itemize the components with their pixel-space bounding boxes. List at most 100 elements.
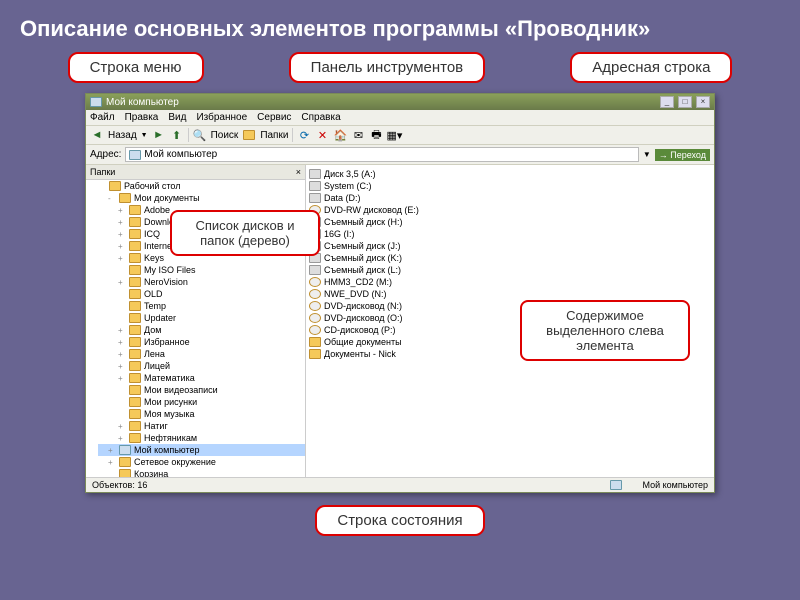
folder-icon <box>129 253 141 263</box>
folder-icon <box>119 469 131 477</box>
folder-icon <box>129 205 141 215</box>
menubar: Файл Правка Вид Избранное Сервис Справка <box>86 110 714 126</box>
folders-icon[interactable] <box>242 128 256 142</box>
menu-item[interactable]: Сервис <box>257 112 291 123</box>
folder-icon <box>119 445 131 455</box>
titlebar: Мой компьютер _ □ × <box>86 94 714 110</box>
tree-item[interactable]: +Лицей <box>98 360 305 372</box>
tree-item[interactable]: Моя музыка <box>98 408 305 420</box>
folder-icon <box>309 337 321 347</box>
folder-icon <box>119 457 131 467</box>
close-button[interactable]: × <box>696 96 710 108</box>
tree-item[interactable]: +Дом <box>98 324 305 336</box>
tree-item[interactable]: +NeroVision <box>98 276 305 288</box>
folder-icon <box>119 193 131 203</box>
content-item[interactable]: NWE_DVD (N:) <box>309 288 711 300</box>
content-item[interactable]: DVD-RW дисковод (E:) <box>309 204 711 216</box>
menu-item[interactable]: Файл <box>90 112 115 123</box>
stop-icon[interactable]: ✕ <box>315 128 329 142</box>
folder-icon <box>129 289 141 299</box>
content-item[interactable]: 16G (I:) <box>309 228 711 240</box>
up-icon[interactable]: ⬆ <box>170 128 184 142</box>
statusbar: Объектов: 16 Мой компьютер <box>86 477 714 492</box>
folder-icon <box>129 325 141 335</box>
cd-icon <box>309 277 321 287</box>
tree-item[interactable]: Рабочий стол <box>98 180 305 192</box>
window-title: Мой компьютер <box>106 97 179 108</box>
folder-icon <box>129 265 141 275</box>
label-status: Строка состояния <box>315 505 484 536</box>
menu-item[interactable]: Справка <box>301 112 340 123</box>
drive-icon <box>309 181 321 191</box>
tree-item[interactable]: Мои рисунки <box>98 396 305 408</box>
back-icon[interactable]: ◄ <box>90 128 104 142</box>
content-item[interactable]: Съемный диск (J:) <box>309 240 711 252</box>
tree-item[interactable]: My ISO Files <box>98 264 305 276</box>
mail-icon[interactable]: ✉ <box>351 128 365 142</box>
tree-item[interactable]: +Натиг <box>98 420 305 432</box>
sync-icon[interactable]: ⟳ <box>297 128 311 142</box>
status-objects: Объектов: 16 <box>92 480 147 490</box>
folder-icon <box>129 409 141 419</box>
content-item[interactable]: Диск 3,5 (A:) <box>309 168 711 180</box>
tree-item[interactable]: Updater <box>98 312 305 324</box>
forward-icon[interactable]: ► <box>152 128 166 142</box>
folder-icon <box>109 181 121 191</box>
search-label[interactable]: Поиск <box>211 130 239 141</box>
slide-title: Описание основных элементов программы «П… <box>0 0 800 52</box>
tree-item[interactable]: OLD <box>98 288 305 300</box>
tree-item[interactable]: +Лена <box>98 348 305 360</box>
go-button[interactable]: → Переход <box>655 149 710 161</box>
toolbar: ◄ Назад ▼ ► ⬆ 🔍 Поиск Папки ⟳ ✕ 🏠 ✉ 🖶 ▦▾ <box>86 126 714 145</box>
folder-icon <box>129 277 141 287</box>
computer-icon <box>610 480 622 490</box>
status-location: Мой компьютер <box>642 480 708 490</box>
views-icon[interactable]: ▦▾ <box>387 128 401 142</box>
address-label: Адрес: <box>90 149 121 160</box>
cd-icon <box>309 325 321 335</box>
minimize-button[interactable]: _ <box>660 96 674 108</box>
menu-item[interactable]: Избранное <box>196 112 247 123</box>
tree-item[interactable]: +Сетевое окружение <box>98 456 305 468</box>
content-item[interactable]: Съемный диск (K:) <box>309 252 711 264</box>
label-toolbar: Панель инструментов <box>289 52 485 83</box>
content-item[interactable]: Data (D:) <box>309 192 711 204</box>
drive-icon <box>309 169 321 179</box>
tree-header: Папки× <box>86 165 305 180</box>
content-item[interactable]: System (C:) <box>309 180 711 192</box>
explorer-window: Мой компьютер _ □ × Файл Правка Вид Избранн… <box>85 93 715 493</box>
tree-item[interactable]: -Мои документы <box>98 192 305 204</box>
tree-item[interactable]: +Мой компьютер <box>98 444 305 456</box>
cd-icon <box>309 289 321 299</box>
folder-icon <box>129 241 141 251</box>
computer-icon <box>90 97 102 107</box>
label-menu: Строка меню <box>68 52 204 83</box>
home-icon[interactable]: 🏠 <box>333 128 347 142</box>
tree-item[interactable]: Temp <box>98 300 305 312</box>
maximize-button[interactable]: □ <box>678 96 692 108</box>
drive-icon <box>309 265 321 275</box>
folders-label[interactable]: Папки <box>260 130 288 141</box>
folder-icon <box>129 217 141 227</box>
menu-item[interactable]: Вид <box>168 112 186 123</box>
tree-item[interactable]: +Математика <box>98 372 305 384</box>
folder-icon <box>129 313 141 323</box>
address-value: Мой компьютер <box>144 149 217 160</box>
folder-icon <box>129 349 141 359</box>
content-item[interactable]: Съемный диск (H:) <box>309 216 711 228</box>
tree-item[interactable]: Корзина <box>98 468 305 477</box>
tree-item[interactable]: Мои видеозаписи <box>98 384 305 396</box>
content-item[interactable]: HMM3_CD2 (M:) <box>309 276 711 288</box>
search-icon[interactable]: 🔍 <box>193 128 207 142</box>
menu-item[interactable]: Правка <box>125 112 159 123</box>
address-field[interactable]: Мой компьютер <box>125 147 638 162</box>
content-item[interactable]: Съемный диск (L:) <box>309 264 711 276</box>
back-label[interactable]: Назад <box>108 130 137 141</box>
address-bar: Адрес: Мой компьютер ▼ → Переход <box>86 145 714 165</box>
tree-item[interactable]: +Избранное <box>98 336 305 348</box>
print-icon[interactable]: 🖶 <box>369 128 383 142</box>
tree-item[interactable]: +Нефтяникам <box>98 432 305 444</box>
drive-icon <box>309 193 321 203</box>
close-tree-icon[interactable]: × <box>296 167 301 177</box>
folder-icon <box>129 337 141 347</box>
